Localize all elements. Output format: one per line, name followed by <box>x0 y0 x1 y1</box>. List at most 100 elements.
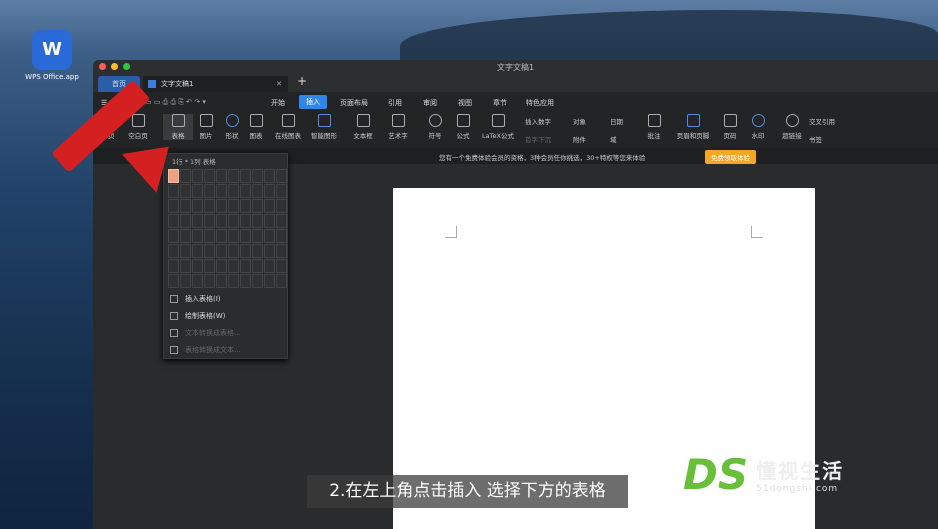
table-grid-cell[interactable] <box>252 229 263 243</box>
draw-table-item[interactable]: 绘制表格(W) <box>170 311 225 321</box>
table-grid-cell[interactable] <box>192 274 203 288</box>
date-button[interactable]: 日期 <box>610 116 623 126</box>
table-grid-cell[interactable] <box>216 169 227 183</box>
table-grid-cell[interactable] <box>192 199 203 213</box>
watermark-button[interactable]: 水印 <box>743 114 773 140</box>
tab-document[interactable]: 文字文稿1 ✕ <box>143 76 288 92</box>
symbol-button[interactable]: 符号 <box>420 114 450 140</box>
comment-button[interactable]: 批注 <box>639 114 669 140</box>
table-grid-cell[interactable] <box>168 274 179 288</box>
bookmark-button[interactable]: 书签 <box>809 134 822 144</box>
table-grid-cell[interactable] <box>264 244 275 258</box>
attachment-button[interactable]: 附件 <box>573 134 586 144</box>
table-grid-cell[interactable] <box>168 199 179 213</box>
table-grid-cell[interactable] <box>204 214 215 228</box>
menu-special[interactable]: 特色应用 <box>526 98 554 108</box>
table-grid-cell[interactable] <box>252 214 263 228</box>
field-button[interactable]: 域 <box>610 134 617 144</box>
table-grid-cell[interactable] <box>228 199 239 213</box>
table-grid-cell[interactable] <box>240 214 251 228</box>
table-grid-cell[interactable] <box>228 274 239 288</box>
table-grid-cell[interactable] <box>264 199 275 213</box>
table-grid-cell[interactable] <box>204 184 215 198</box>
menu-reference[interactable]: 引用 <box>388 98 402 108</box>
online-chart-button[interactable]: 在线图表 <box>270 114 306 140</box>
table-grid-cell[interactable] <box>216 244 227 258</box>
table-grid-cell[interactable] <box>252 259 263 273</box>
object-button[interactable]: 对象 <box>573 116 586 126</box>
table-grid-cell[interactable] <box>168 214 179 228</box>
table-grid-cell[interactable] <box>228 229 239 243</box>
menu-section[interactable]: 章节 <box>493 98 507 108</box>
hyperlink-button[interactable]: 超链接 <box>777 114 807 140</box>
table-grid-cell[interactable] <box>204 199 215 213</box>
table-button[interactable]: 表格 <box>163 114 193 140</box>
table-grid-cell[interactable] <box>168 229 179 243</box>
close-tab-icon[interactable]: ✕ <box>276 76 282 92</box>
table-grid-cell[interactable] <box>276 199 287 213</box>
table-grid-cell[interactable] <box>192 184 203 198</box>
table-grid-cell[interactable] <box>180 259 191 273</box>
insert-table-item[interactable]: 插入表格(I) <box>170 294 221 304</box>
table-grid-cell[interactable] <box>204 169 215 183</box>
table-grid-cell[interactable] <box>228 214 239 228</box>
cross-reference-button[interactable]: 交叉引用 <box>809 116 835 126</box>
table-grid-cell[interactable] <box>192 169 203 183</box>
table-grid-cell[interactable] <box>276 244 287 258</box>
table-grid-cell[interactable] <box>240 169 251 183</box>
table-grid-cell[interactable] <box>264 229 275 243</box>
table-grid-cell[interactable] <box>216 199 227 213</box>
table-grid-cell[interactable] <box>168 244 179 258</box>
smart-art-button[interactable]: 智能图形 <box>306 114 342 140</box>
wps-desktop-icon[interactable]: W WPS Office.app <box>22 30 82 82</box>
table-grid-cell[interactable] <box>168 259 179 273</box>
table-grid-cell[interactable] <box>180 274 191 288</box>
table-grid-cell[interactable] <box>276 229 287 243</box>
table-grid-cell[interactable] <box>252 169 263 183</box>
page-number-button[interactable]: 页码 <box>715 114 745 140</box>
table-grid-cell[interactable] <box>240 259 251 273</box>
table-grid-cell[interactable] <box>180 229 191 243</box>
table-grid-cell[interactable] <box>216 229 227 243</box>
table-grid-cell[interactable] <box>216 214 227 228</box>
table-grid-cell[interactable] <box>192 214 203 228</box>
formula-button[interactable]: 公式 <box>448 114 478 140</box>
chart-button[interactable]: 图表 <box>241 114 271 140</box>
table-grid-cell[interactable] <box>252 274 263 288</box>
table-grid-cell[interactable] <box>264 214 275 228</box>
menu-view[interactable]: 视图 <box>458 98 472 108</box>
table-grid-cell[interactable] <box>276 169 287 183</box>
table-grid-cell[interactable] <box>192 244 203 258</box>
table-grid-cell[interactable] <box>180 244 191 258</box>
table-grid-cell[interactable] <box>228 169 239 183</box>
table-grid-cell[interactable] <box>264 259 275 273</box>
header-footer-button[interactable]: 页眉和页脚 <box>671 114 715 140</box>
table-grid-cell[interactable] <box>216 274 227 288</box>
table-grid-cell[interactable] <box>240 274 251 288</box>
table-grid-cell[interactable] <box>228 259 239 273</box>
table-grid-cell[interactable] <box>204 274 215 288</box>
latex-button[interactable]: LaTeX公式 <box>478 114 518 140</box>
drop-cap-button[interactable]: 首字下沉 <box>525 134 551 144</box>
table-grid-cell[interactable] <box>228 244 239 258</box>
table-grid-cell[interactable] <box>264 169 275 183</box>
table-grid-cell[interactable] <box>192 229 203 243</box>
table-grid-cell[interactable] <box>252 199 263 213</box>
table-grid-picker[interactable] <box>168 169 287 288</box>
table-grid-cell[interactable] <box>276 274 287 288</box>
quick-access-icons[interactable]: ▭ ▭ ⎙ ⎙ ⎘ ↶ ↷ ▾ <box>145 98 206 107</box>
table-grid-cell[interactable] <box>276 214 287 228</box>
table-grid-cell[interactable] <box>240 184 251 198</box>
menu-start[interactable]: 开始 <box>271 98 285 108</box>
table-grid-cell[interactable] <box>168 184 179 198</box>
new-tab-button[interactable]: + <box>297 74 307 88</box>
table-grid-cell[interactable] <box>252 184 263 198</box>
table-grid-cell[interactable] <box>180 169 191 183</box>
table-grid-cell[interactable] <box>204 244 215 258</box>
table-grid-cell[interactable] <box>276 184 287 198</box>
table-grid-cell[interactable] <box>240 229 251 243</box>
table-grid-cell[interactable] <box>276 259 287 273</box>
table-grid-cell[interactable] <box>216 184 227 198</box>
table-grid-cell[interactable] <box>240 199 251 213</box>
table-grid-cell[interactable] <box>204 229 215 243</box>
